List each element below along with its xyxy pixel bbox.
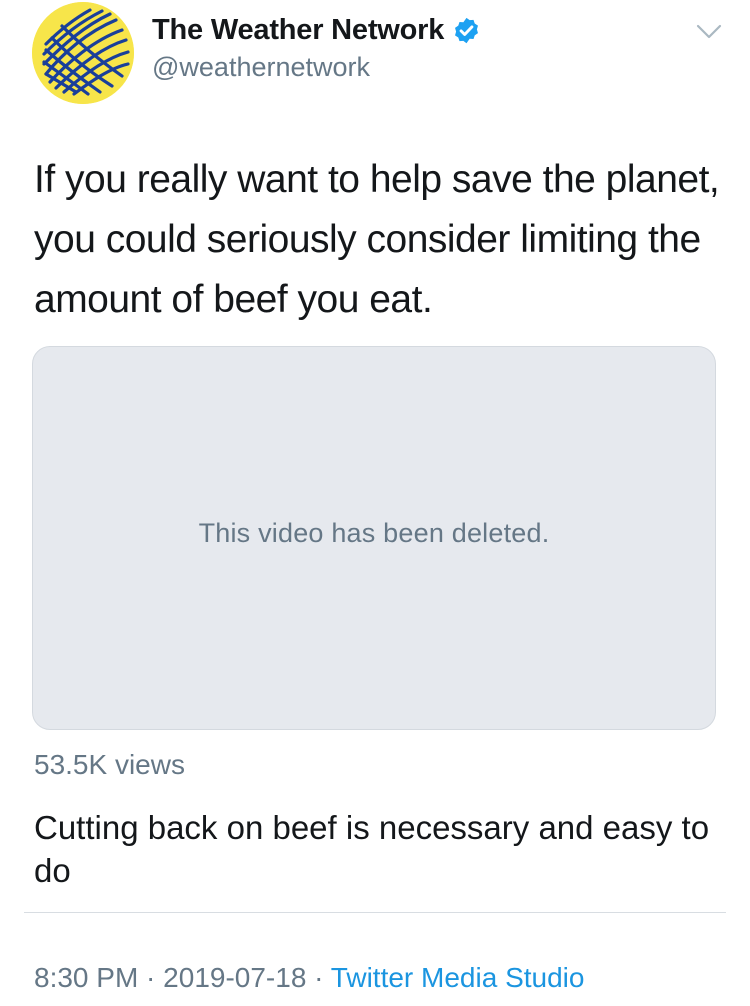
view-count: 53.5K views [34, 749, 185, 780]
author-handle[interactable]: @weathernetwork [152, 52, 370, 83]
video-title: Cutting back on beef is necessary and ea… [34, 809, 710, 889]
tweet-header: The Weather Network @weathernetwork [0, 0, 750, 110]
separator: · [138, 962, 164, 993]
tweet-date[interactable]: 2019-07-18 [163, 962, 306, 993]
tweet-timestamp: 8:30 PM · 2019-07-18 · Twitter Media Stu… [34, 962, 584, 994]
tweet-source-link[interactable]: Twitter Media Studio [331, 962, 585, 993]
tweet-text: If you really want to help save the plan… [34, 158, 720, 321]
author-display-name[interactable]: The Weather Network [152, 14, 444, 47]
weather-network-logo-icon [32, 2, 134, 104]
author-name-row[interactable]: The Weather Network [152, 14, 481, 47]
avatar[interactable] [32, 2, 134, 104]
video-placeholder[interactable]: This video has been deleted. [32, 346, 716, 730]
divider [24, 912, 726, 913]
chevron-down-icon[interactable] [694, 20, 724, 44]
verified-badge-icon [452, 16, 481, 45]
tweet-time[interactable]: 8:30 PM [34, 962, 138, 993]
separator: · [306, 962, 331, 993]
deleted-video-message: This video has been deleted. [198, 517, 550, 548]
